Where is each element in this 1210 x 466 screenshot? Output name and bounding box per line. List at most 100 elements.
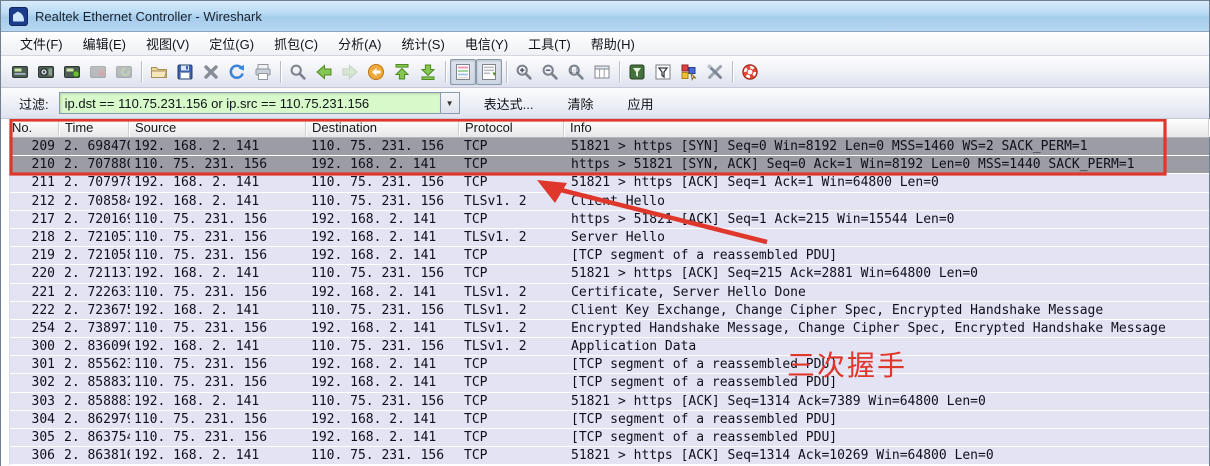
packet-row[interactable]: 211 2. 707978 192. 168. 2. 141 110. 75. … bbox=[10, 174, 1209, 192]
auto-scroll-toggle-button[interactable] bbox=[476, 59, 502, 85]
cell-source: 110. 75. 231. 156 bbox=[130, 429, 307, 446]
menu-go[interactable]: 定位(G) bbox=[200, 31, 263, 56]
cell-destination: 110. 75. 231. 156 bbox=[307, 265, 460, 282]
packet-row[interactable]: 210 2. 707880 110. 75. 231. 156 192. 168… bbox=[10, 156, 1209, 174]
packet-row[interactable]: 306 2. 863816 192. 168. 2. 141 110. 75. … bbox=[10, 447, 1209, 465]
cell-source: 192. 168. 2. 141 bbox=[130, 338, 307, 355]
reload-button[interactable] bbox=[224, 59, 250, 85]
open-folder-icon bbox=[149, 62, 169, 82]
menu-help[interactable]: 帮助(H) bbox=[582, 31, 644, 56]
cell-source: 110. 75. 231. 156 bbox=[130, 211, 307, 228]
go-bottom-button[interactable] bbox=[415, 59, 441, 85]
packet-row[interactable]: 304 2. 862979 110. 75. 231. 156 192. 168… bbox=[10, 411, 1209, 429]
open-file-button[interactable] bbox=[146, 59, 172, 85]
filter-input[interactable] bbox=[59, 92, 440, 114]
cell-info: Certificate, Server Hello Done bbox=[565, 284, 1209, 301]
menu-view[interactable]: 视图(V) bbox=[137, 31, 198, 56]
goto-packet-icon bbox=[366, 62, 386, 82]
capture-options-button[interactable] bbox=[33, 59, 59, 85]
cell-source: 110. 75. 231. 156 bbox=[130, 156, 307, 173]
toolbar-separator bbox=[280, 61, 281, 83]
apply-button[interactable]: 应用 bbox=[617, 90, 663, 117]
menu-analyze[interactable]: 分析(A) bbox=[329, 31, 390, 56]
resize-columns-button[interactable] bbox=[589, 59, 615, 85]
zoom-100-icon: 1:1 bbox=[566, 62, 586, 82]
menu-edit[interactable]: 编辑(E) bbox=[74, 31, 135, 56]
column-header-protocol[interactable]: Protocol bbox=[459, 119, 564, 137]
go-top-button[interactable] bbox=[389, 59, 415, 85]
toolbar-separator bbox=[506, 61, 507, 83]
interfaces-button[interactable] bbox=[7, 59, 33, 85]
cell-time: 2. 698470 bbox=[60, 138, 130, 155]
search-icon bbox=[288, 62, 308, 82]
cell-no: 218 bbox=[10, 229, 60, 246]
packet-row[interactable]: 254 2. 738971 110. 75. 231. 156 192. 168… bbox=[10, 320, 1209, 338]
cell-time: 2. 707880 bbox=[60, 156, 130, 173]
cell-no: 254 bbox=[10, 320, 60, 337]
go-top-icon bbox=[392, 62, 412, 82]
go-forward-button bbox=[337, 59, 363, 85]
preferences-button[interactable] bbox=[702, 59, 728, 85]
cell-protocol: TCP bbox=[460, 265, 565, 282]
cell-destination: 110. 75. 231. 156 bbox=[307, 447, 460, 464]
expression-button[interactable]: 表达式... bbox=[474, 90, 544, 117]
packet-row[interactable]: 212 2. 708584 192. 168. 2. 141 110. 75. … bbox=[10, 193, 1209, 211]
go-to-packet-button[interactable] bbox=[363, 59, 389, 85]
save-floppy-icon bbox=[175, 62, 195, 82]
menu-file[interactable]: 文件(F) bbox=[11, 31, 72, 56]
help-button[interactable] bbox=[737, 59, 763, 85]
cell-protocol: TLSv1. 2 bbox=[460, 284, 565, 301]
menu-telephony[interactable]: 电信(Y) bbox=[456, 31, 517, 56]
chevron-down-icon: ▼ bbox=[446, 99, 454, 108]
cell-no: 221 bbox=[10, 284, 60, 301]
save-file-button[interactable] bbox=[172, 59, 198, 85]
packet-row[interactable]: 303 2. 858883 192. 168. 2. 141 110. 75. … bbox=[10, 393, 1209, 411]
cell-info: 51821 > https [ACK] Seq=215 Ack=2881 Win… bbox=[565, 265, 1209, 282]
go-back-button[interactable] bbox=[311, 59, 337, 85]
capture-filter-button[interactable] bbox=[624, 59, 650, 85]
packet-row[interactable]: 217 2. 720169 110. 75. 231. 156 192. 168… bbox=[10, 211, 1209, 229]
cell-protocol: TCP bbox=[460, 429, 565, 446]
clear-button[interactable]: 清除 bbox=[557, 90, 603, 117]
packet-row[interactable]: 209 2. 698470 192. 168. 2. 141 110. 75. … bbox=[10, 138, 1209, 156]
packet-row[interactable]: 305 2. 863754 110. 75. 231. 156 192. 168… bbox=[10, 429, 1209, 447]
cell-time: 2. 863754 bbox=[60, 429, 130, 446]
menu-statistics[interactable]: 统计(S) bbox=[392, 31, 453, 56]
cell-source: 110. 75. 231. 156 bbox=[130, 320, 307, 337]
zoom-100-button[interactable]: 1:1 bbox=[563, 59, 589, 85]
packet-row[interactable]: 219 2. 721058 110. 75. 231. 156 192. 168… bbox=[10, 247, 1209, 265]
packet-row[interactable]: 220 2. 721137 192. 168. 2. 141 110. 75. … bbox=[10, 265, 1209, 283]
column-header-info[interactable]: Info bbox=[564, 119, 1209, 137]
cell-time: 2. 836096 bbox=[60, 338, 130, 355]
packet-row[interactable]: 218 2. 721057 110. 75. 231. 156 192. 168… bbox=[10, 229, 1209, 247]
column-header-time[interactable]: Time bbox=[59, 119, 129, 137]
close-file-button[interactable] bbox=[198, 59, 224, 85]
column-header-no[interactable]: No. bbox=[9, 119, 59, 137]
cell-time: 2. 858832 bbox=[60, 374, 130, 391]
main-toolbar: 1:1 bbox=[1, 56, 1209, 88]
colorize-toggle-button[interactable] bbox=[450, 59, 476, 85]
packet-row[interactable]: 300 2. 836096 192. 168. 2. 141 110. 75. … bbox=[10, 338, 1209, 356]
cell-info: 51821 > https [ACK] Seq=1314 Ack=10269 W… bbox=[565, 447, 1209, 464]
menu-tools[interactable]: 工具(T) bbox=[519, 31, 580, 56]
cell-info: 51821 > https [ACK] Seq=1 Ack=1 Win=6480… bbox=[565, 174, 1209, 191]
filter-bar: 过滤: ▼ 表达式... 清除 应用 bbox=[1, 88, 1209, 119]
packet-row[interactable]: 301 2. 855623 110. 75. 231. 156 192. 168… bbox=[10, 356, 1209, 374]
packet-row[interactable]: 222 2. 723675 192. 168. 2. 141 110. 75. … bbox=[10, 302, 1209, 320]
cell-destination: 192. 168. 2. 141 bbox=[307, 211, 460, 228]
filter-dropdown-button[interactable]: ▼ bbox=[440, 92, 460, 114]
print-button[interactable] bbox=[250, 59, 276, 85]
packet-row[interactable]: 221 2. 722633 110. 75. 231. 156 192. 168… bbox=[10, 284, 1209, 302]
zoom-out-icon bbox=[540, 62, 560, 82]
cell-source: 192. 168. 2. 141 bbox=[130, 265, 307, 282]
zoom-in-button[interactable] bbox=[511, 59, 537, 85]
display-filter-button[interactable] bbox=[650, 59, 676, 85]
packet-row[interactable]: 302 2. 858832 110. 75. 231. 156 192. 168… bbox=[10, 374, 1209, 392]
column-header-destination[interactable]: Destination bbox=[306, 119, 459, 137]
capture-start-button[interactable] bbox=[59, 59, 85, 85]
menu-capture[interactable]: 抓包(C) bbox=[265, 31, 327, 56]
zoom-out-button[interactable] bbox=[537, 59, 563, 85]
coloring-rules-button[interactable] bbox=[676, 59, 702, 85]
column-header-source[interactable]: Source bbox=[129, 119, 306, 137]
find-packet-button[interactable] bbox=[285, 59, 311, 85]
